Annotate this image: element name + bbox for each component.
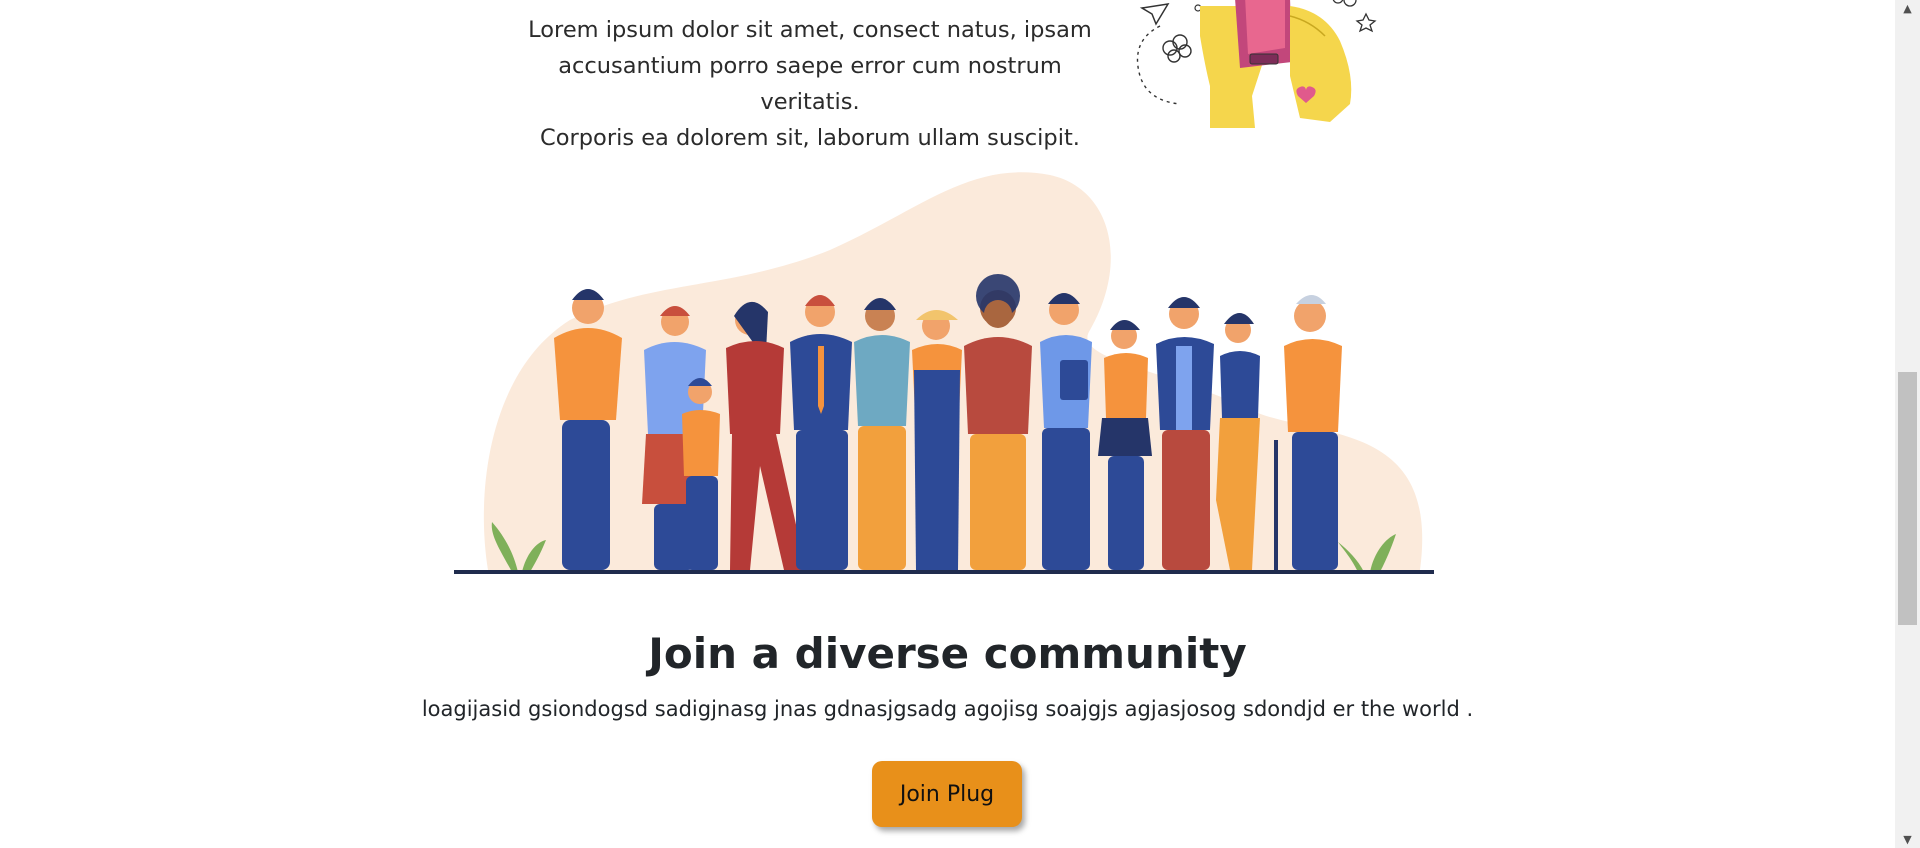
intro-line-3: Corporis ea dolorem sit, laborum ullam s… bbox=[540, 125, 1080, 151]
page-content: Lorem ipsum dolor sit amet, consect natu… bbox=[0, 0, 1895, 848]
arrow-down-icon[interactable]: ▼ bbox=[1895, 831, 1920, 848]
diverse-people-illustration bbox=[454, 172, 1434, 574]
intro-text: Lorem ipsum dolor sit amet, consect natu… bbox=[510, 12, 1110, 156]
arrow-up-icon[interactable]: ▲ bbox=[1895, 0, 1920, 17]
hands-phone-illustration bbox=[1136, 0, 1377, 128]
community-title: Join a diverse community bbox=[648, 629, 1247, 678]
vertical-scrollbar[interactable]: ▲ ▼ bbox=[1895, 0, 1920, 848]
join-plug-button[interactable]: Join Plug bbox=[872, 761, 1022, 827]
community-description: loagijasid gsiondogsd sadigjnasg jnas gd… bbox=[421, 697, 1474, 721]
intro-line-1: Lorem ipsum dolor sit amet, consect natu… bbox=[528, 17, 1092, 43]
scrollbar-thumb[interactable] bbox=[1898, 372, 1917, 625]
intro-line-2: accusantium porro saepe error cum nostru… bbox=[558, 53, 1062, 115]
